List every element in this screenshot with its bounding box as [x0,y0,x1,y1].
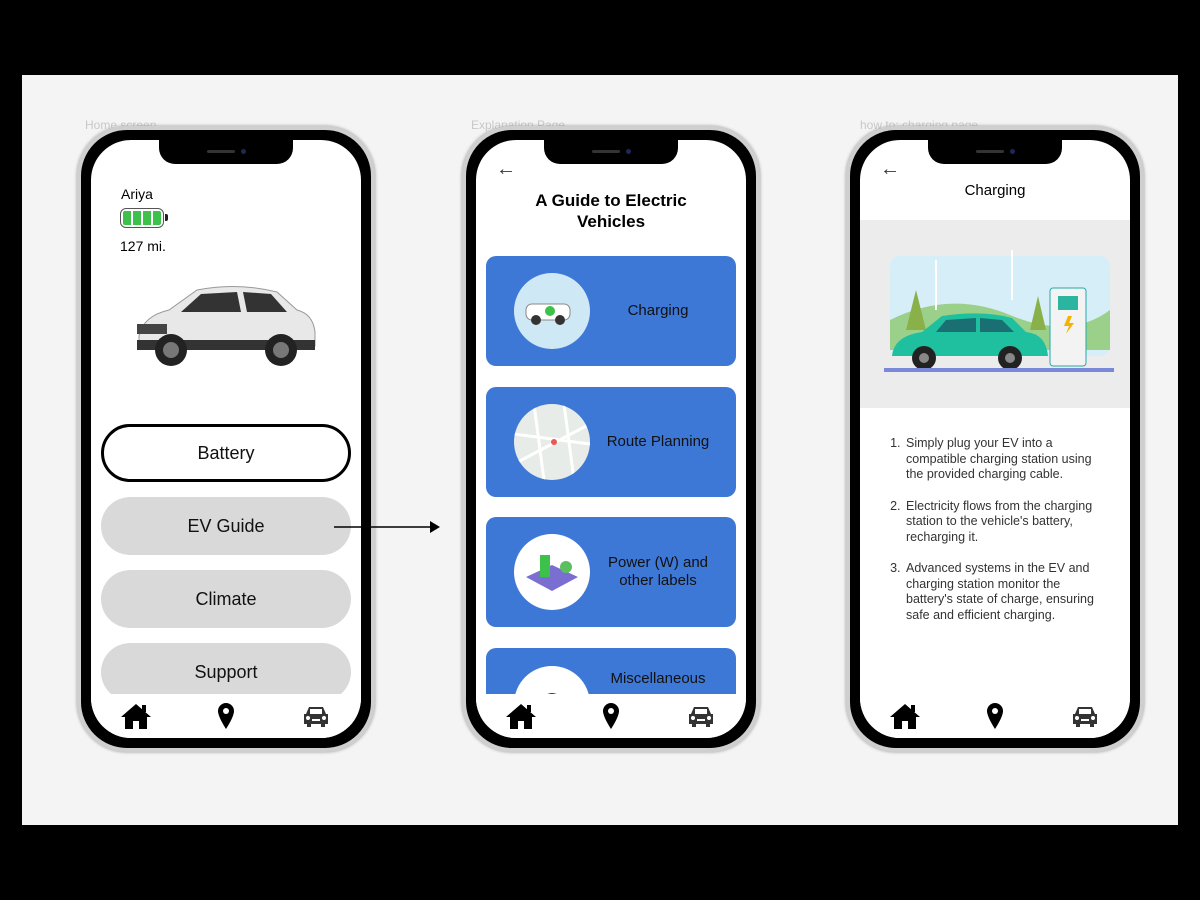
step-item: Advanced systems in the EV and charging … [904,561,1110,623]
tab-bar [860,694,1130,738]
home-icon[interactable] [120,702,152,730]
phone-charging-page: ← Charging Simply plug your EV into a co… [846,126,1144,752]
phone-notch [928,140,1062,164]
phone-home-screen: Ariya 127 mi. Battery EV Guide Climate S… [77,126,375,752]
step-item: Electricity flows from the charging stat… [904,499,1110,546]
step-item: Simply plug your EV into a compatible ch… [904,436,1110,483]
phone-explanation-page: ← A Guide to Electric Vehicles Charging … [462,126,760,752]
flow-arrow [334,521,440,533]
ev-guide-button[interactable]: EV Guide [101,497,351,555]
support-button[interactable]: Support [101,643,351,701]
tab-bar [91,694,361,738]
charging-steps: Simply plug your EV into a compatible ch… [904,436,1110,639]
phone-notch [159,140,293,164]
card-label: Charging [627,302,689,319]
location-pin-icon[interactable] [595,702,627,730]
battery-icon [120,208,168,228]
card-label: Power (W) and other labels [607,554,709,589]
battery-button[interactable]: Battery [101,424,351,482]
card-route-planning[interactable]: Route Planning [486,387,736,497]
climate-button[interactable]: Climate [101,570,351,628]
location-pin-icon[interactable] [979,702,1011,730]
car-image [137,285,316,366]
car-icon[interactable] [1069,702,1101,730]
home-icon[interactable] [505,702,537,730]
back-arrow-icon[interactable]: ← [880,158,900,181]
design-canvas: Home screen Explanation Page how to: cha… [22,75,1178,825]
vehicle-name: Ariya [121,186,153,202]
car-icon[interactable] [300,702,332,730]
tab-bar [476,694,746,738]
card-label: Miscellaneous [610,670,706,687]
home-icon[interactable] [889,702,921,730]
car-icon[interactable] [685,702,717,730]
power-thumbnail [514,534,590,610]
range-readout: 127 mi. [120,238,166,254]
charging-thumbnail [514,273,590,349]
card-power-labels[interactable]: Power (W) and other labels [486,517,736,627]
card-charging[interactable]: Charging [486,256,736,366]
back-arrow-icon[interactable]: ← [496,158,516,181]
map-thumbnail [514,404,590,480]
charging-illustration [860,220,1130,408]
location-pin-icon[interactable] [210,702,242,730]
page-title: Charging [964,182,1026,199]
phone-notch [544,140,678,164]
page-title: A Guide to Electric Vehicles [535,191,687,231]
card-label: Route Planning [606,433,710,450]
